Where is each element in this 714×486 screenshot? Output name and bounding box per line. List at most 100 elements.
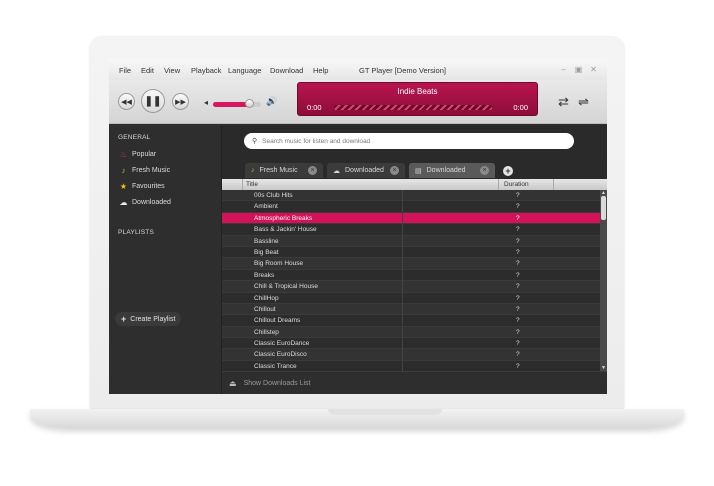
sidebar: GENERAL ♨ Popular ♪ Fresh Music ★ Favour…	[109, 125, 222, 394]
scrollbar-thumb[interactable]	[601, 196, 606, 220]
track-title-cell: Ambient	[254, 203, 278, 211]
table-header: Title Duration	[222, 179, 607, 190]
tab-downloaded[interactable]: ☁ Downloaded ×	[327, 163, 405, 178]
track-title-cell: Chill & Tropical House	[254, 283, 318, 291]
track-duration-cell: ?	[516, 237, 520, 245]
menu-playback[interactable]: Playback	[191, 66, 221, 75]
restore-icon[interactable]: ▣	[574, 65, 583, 74]
volume-slider[interactable]	[213, 99, 261, 108]
table-row[interactable]: Chillout?	[222, 303, 600, 316]
time-total: 0:00	[513, 103, 528, 112]
column-title[interactable]: Title	[246, 181, 258, 188]
cloud-download-icon: ☁	[333, 167, 340, 175]
cell-divider	[402, 326, 403, 338]
track-list: 00s Club Hits? Ambient? Atmospheric Breaks…	[222, 190, 600, 371]
close-tab-icon[interactable]: ×	[390, 166, 399, 175]
menu-help[interactable]: Help	[313, 66, 328, 75]
close-icon[interactable]: ✕	[589, 65, 598, 74]
table-row[interactable]: Classic Trance?	[222, 360, 600, 371]
menu-language[interactable]: Language	[228, 66, 261, 75]
pause-icon: ❚❚	[144, 95, 162, 107]
table-row[interactable]: Bass & Jackin' House?	[222, 224, 600, 236]
scrollbar[interactable]: ▲ ▼	[600, 190, 607, 371]
table-row[interactable]: Bassline?	[222, 235, 600, 247]
table-row[interactable]: Big Beat?	[222, 246, 600, 259]
rewind-button[interactable]: ◀◀	[118, 93, 135, 110]
track-duration-cell: ?	[516, 340, 520, 348]
tab-fresh-music[interactable]: ♪ Fresh Music ×	[245, 163, 323, 178]
music-note-icon: ♪	[121, 166, 126, 175]
sidebar-item-fresh-music[interactable]: ♪ Fresh Music	[119, 166, 171, 175]
table-row[interactable]: Ambient?	[222, 201, 600, 213]
search-icon: ⚲	[252, 138, 258, 145]
sidebar-item-favourites[interactable]: ★ Favourites	[119, 182, 165, 191]
table-row[interactable]: Big Room House?	[222, 258, 600, 270]
track-title-cell: Atmospheric Breaks	[254, 214, 313, 222]
track-duration-cell: ?	[516, 192, 520, 199]
cell-divider	[402, 338, 403, 350]
cell-divider	[402, 269, 403, 281]
table-row[interactable]: Classic EuroDance?	[222, 338, 600, 350]
add-tab-icon[interactable]: +	[503, 166, 513, 176]
tab-label: Fresh Music	[259, 167, 298, 174]
sidebar-item-popular[interactable]: ♨ Popular	[119, 150, 156, 159]
tab-label: Downloaded	[426, 167, 466, 174]
table-row[interactable]: Classic EuroDisco?	[222, 349, 600, 361]
cell-divider	[402, 315, 403, 327]
close-tab-icon[interactable]: ×	[308, 166, 317, 175]
table-row[interactable]: 00s Club Hits?	[222, 190, 600, 202]
sidebar-item-label: Popular	[132, 151, 157, 158]
table-row[interactable]: ChillHop?	[222, 292, 600, 304]
cell-divider	[402, 201, 403, 213]
pause-button[interactable]: ❚❚	[141, 89, 165, 113]
shuffle-icon[interactable]: ⇌	[578, 94, 589, 110]
menu-file[interactable]: File	[119, 66, 131, 75]
menu-download[interactable]: Download	[270, 66, 303, 75]
minimize-icon[interactable]: –	[559, 65, 568, 74]
downloads-footer[interactable]: ⏏ Show Downloads List	[222, 371, 607, 394]
star-icon: ★	[119, 182, 128, 191]
volume-low-icon: ◂	[204, 98, 209, 107]
create-playlist-label: Create Playlist	[130, 315, 176, 323]
track-duration-cell: ?	[516, 362, 520, 370]
fast-forward-icon: ▶▶	[175, 98, 186, 106]
laptop-base	[30, 409, 684, 429]
close-tab-icon[interactable]: ×	[480, 166, 489, 175]
fast-forward-button[interactable]: ▶▶	[172, 93, 189, 110]
track-duration-cell: ?	[516, 226, 520, 234]
now-playing-display: Indie Beats 0:00 0:00	[297, 82, 538, 116]
track-title-cell: Classic EuroDisco	[254, 351, 307, 359]
repeat-icon[interactable]: ⇄	[558, 94, 569, 110]
search-bar[interactable]: ⚲	[244, 133, 574, 149]
cell-divider	[402, 190, 403, 201]
cell-divider	[402, 292, 403, 304]
cloud-download-icon: ☁	[119, 198, 128, 207]
menu-view[interactable]: View	[164, 66, 180, 75]
progress-bar[interactable]	[334, 105, 492, 110]
volume-handle[interactable]	[245, 99, 254, 108]
search-input[interactable]	[262, 137, 563, 145]
track-title-cell: Breaks	[254, 271, 275, 279]
column-duration[interactable]: Duration	[504, 181, 529, 188]
table-row[interactable]: Atmospheric Breaks?	[222, 212, 600, 225]
tab-downloaded-drive[interactable]: ▤ Downloaded ×	[409, 163, 495, 178]
cell-divider	[402, 303, 403, 315]
table-row[interactable]: Chillstep?	[222, 326, 600, 339]
table-row[interactable]: Breaks?	[222, 269, 600, 282]
track-title-cell: Big Room House	[254, 260, 304, 268]
column-divider	[553, 179, 554, 190]
table-row[interactable]: Chillout Dreams?	[222, 315, 600, 327]
table-row[interactable]: Chill & Tropical House?	[222, 281, 600, 293]
track-duration-cell: ?	[516, 317, 520, 325]
track-duration-cell: ?	[516, 248, 520, 256]
show-downloads-label: Show Downloads List	[243, 379, 311, 387]
menu-edit[interactable]: Edit	[141, 66, 154, 75]
plus-icon: +	[121, 314, 127, 324]
sidebar-item-downloaded[interactable]: ☁ Downloaded	[119, 198, 171, 207]
volume-fill	[213, 102, 249, 107]
track-title-cell: Bass & Jackin' House	[254, 226, 317, 234]
track-title-cell: Big Beat	[254, 248, 279, 256]
sidebar-general-heading: GENERAL	[118, 134, 151, 141]
create-playlist-button[interactable]: + Create Playlist	[115, 312, 181, 326]
sidebar-item-label: Favourites	[132, 183, 165, 190]
